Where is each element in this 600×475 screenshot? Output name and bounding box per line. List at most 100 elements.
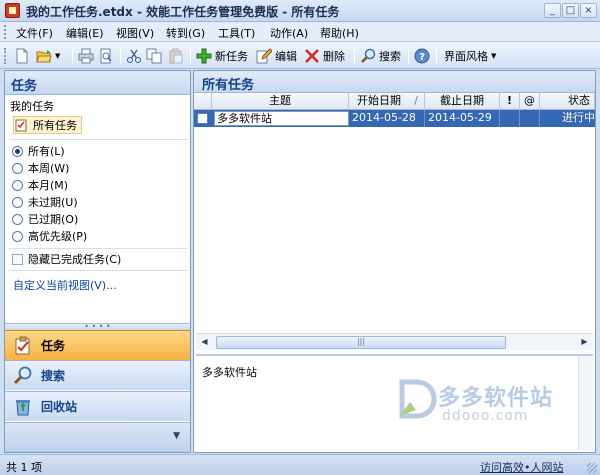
filter-this-week[interactable]: 本周(W) [12,160,69,176]
toolbar-separator [436,48,437,64]
recycle-bin-icon [16,399,30,415]
horizontal-scrollbar[interactable]: ◀ ||| ▶ [196,333,593,350]
resize-grip-icon[interactable] [587,463,597,473]
filter-label: 高优先级(P) [28,230,88,243]
navigation-pane: 任务 我的任务 所有任务 所有(L) 本周(W) 本月(M) 未过期(U) 已过… [4,70,191,453]
minimize-button[interactable]: _ [544,3,561,18]
paste-icon [169,48,183,63]
search-icon [13,366,32,384]
radio-button[interactable] [12,145,23,157]
hide-completed-label: 隐藏已完成任务(C) [28,253,122,266]
new-file-icon [16,48,28,63]
filter-overdue[interactable]: 已过期(O) [12,211,78,227]
menu-edit[interactable]: 编辑(E) [66,25,104,41]
nav-button-search[interactable]: 搜索 [5,360,190,390]
print-button[interactable] [78,46,94,65]
nav-splitter[interactable]: • • • • [5,323,190,331]
radio-button[interactable] [12,213,23,225]
toolbar-grip[interactable] [4,48,7,64]
column-header-status[interactable]: 状态 [540,93,595,110]
current-view-label: 所有任务 [33,119,77,132]
column-header-start-date[interactable]: 开始日期 / [349,93,425,110]
preview-text: 多多软件站 [202,366,257,379]
scroll-left-icon[interactable]: ◀ [197,336,212,349]
column-header-due-date[interactable]: 截止日期 [425,93,500,110]
menu-tools[interactable]: 工具(T) [218,25,255,41]
menubar-grip[interactable] [4,25,7,39]
column-header-attachment[interactable]: @ [520,93,540,110]
sort-indicator: / [414,94,418,107]
menu-view[interactable]: 视图(V) [116,25,154,41]
cut-button[interactable] [126,46,142,65]
filter-this-month[interactable]: 本月(M) [12,177,68,193]
nav-button-recycle-bin[interactable]: 回收站 [5,391,190,421]
column-header-priority[interactable]: ! [500,93,520,110]
checkbox[interactable] [12,253,23,265]
new-task-button[interactable]: 新任务 [196,46,248,65]
menu-help[interactable]: 帮助(H) [320,25,359,41]
search-button[interactable]: 搜索 [360,46,401,65]
print-preview-icon [100,48,112,63]
column-header-subject[interactable]: 主题 [212,93,349,110]
search-label: 搜索 [379,49,401,63]
radio-button[interactable] [12,196,23,208]
chevron-down-icon: ▼ [55,51,61,60]
print-icon [78,48,94,63]
menu-file[interactable]: 文件(F) [16,25,53,41]
delete-label: 删除 [323,49,345,63]
customize-view-link[interactable]: 自定义当前视图(V)... [13,277,117,293]
edit-button[interactable]: 编辑 [256,46,297,65]
priority-cell [500,110,520,127]
nav-button-label: 任务 [41,339,66,353]
open-button[interactable]: ▼ [36,46,60,65]
nav-button-label: 回收站 [41,400,78,414]
task-list-icon [15,119,27,132]
radio-button[interactable] [12,179,23,191]
close-button[interactable]: × [580,3,597,18]
new-file-button[interactable] [14,46,30,65]
task-list-pane: 所有任务 主题 开始日期 / 截止日期 ! @ 状态 2014-05-28 20… [193,70,596,453]
preview-pane[interactable]: 多多软件站 多多软件站 ddooo.com [196,354,593,450]
chevron-down-icon: ▼ [491,51,497,60]
scissors-icon [127,49,141,63]
menu-action[interactable]: 动作(A) [270,25,308,41]
print-preview-button[interactable] [98,46,114,65]
filter-high-priority[interactable]: 高优先级(P) [12,228,87,244]
filter-not-overdue[interactable]: 未过期(U) [12,194,78,210]
status-cell: 进行中 [562,111,595,124]
svg-text:?: ? [419,52,425,63]
nav-header: 任务 [5,71,190,95]
scroll-right-icon[interactable]: ▶ [577,336,592,349]
scroll-thumb[interactable]: ||| [216,336,506,349]
toolbar-separator [408,48,409,64]
grid-header: 主题 开始日期 / 截止日期 ! @ 状态 [194,93,595,110]
help-icon: ? [414,48,430,63]
help-button[interactable]: ? [414,46,430,65]
subject-cell-editor[interactable]: 多多软件站 [214,111,349,126]
my-tasks-label: 我的任务 [10,100,54,113]
nav-button-label: 搜索 [41,369,66,383]
menu-goto[interactable]: 转到(G) [166,25,205,41]
radio-button[interactable] [12,230,23,242]
chevron-down-icon[interactable]: ▼ [173,431,180,441]
row-complete-checkbox[interactable] [197,113,208,124]
radio-button[interactable] [12,162,23,174]
column-header-checkbox[interactable] [194,93,212,110]
toolbar-separator [190,48,191,64]
item-count: 共 1 项 [6,461,42,474]
filter-label: 所有(L) [28,145,65,158]
toolbar-separator [120,48,121,64]
maximize-button[interactable]: □ [562,3,579,18]
theme-dropdown[interactable]: 界面风格 ▼ [444,46,496,65]
nav-button-tasks[interactable]: 任务 [5,330,190,360]
pencil-edit-icon [256,47,272,63]
copy-button[interactable] [146,46,162,65]
column-header-label: 开始日期 [357,94,401,107]
delete-button[interactable]: 删除 [304,46,345,65]
vertical-scrollbar[interactable] [578,356,593,450]
hide-completed-checkbox[interactable]: 隐藏已完成任务(C) [12,251,121,267]
filter-all[interactable]: 所有(L) [12,143,65,159]
view-all-tasks[interactable]: 所有任务 [13,116,82,134]
website-link[interactable]: 访问高效•人网站 [480,459,564,475]
paste-button[interactable] [168,46,184,65]
